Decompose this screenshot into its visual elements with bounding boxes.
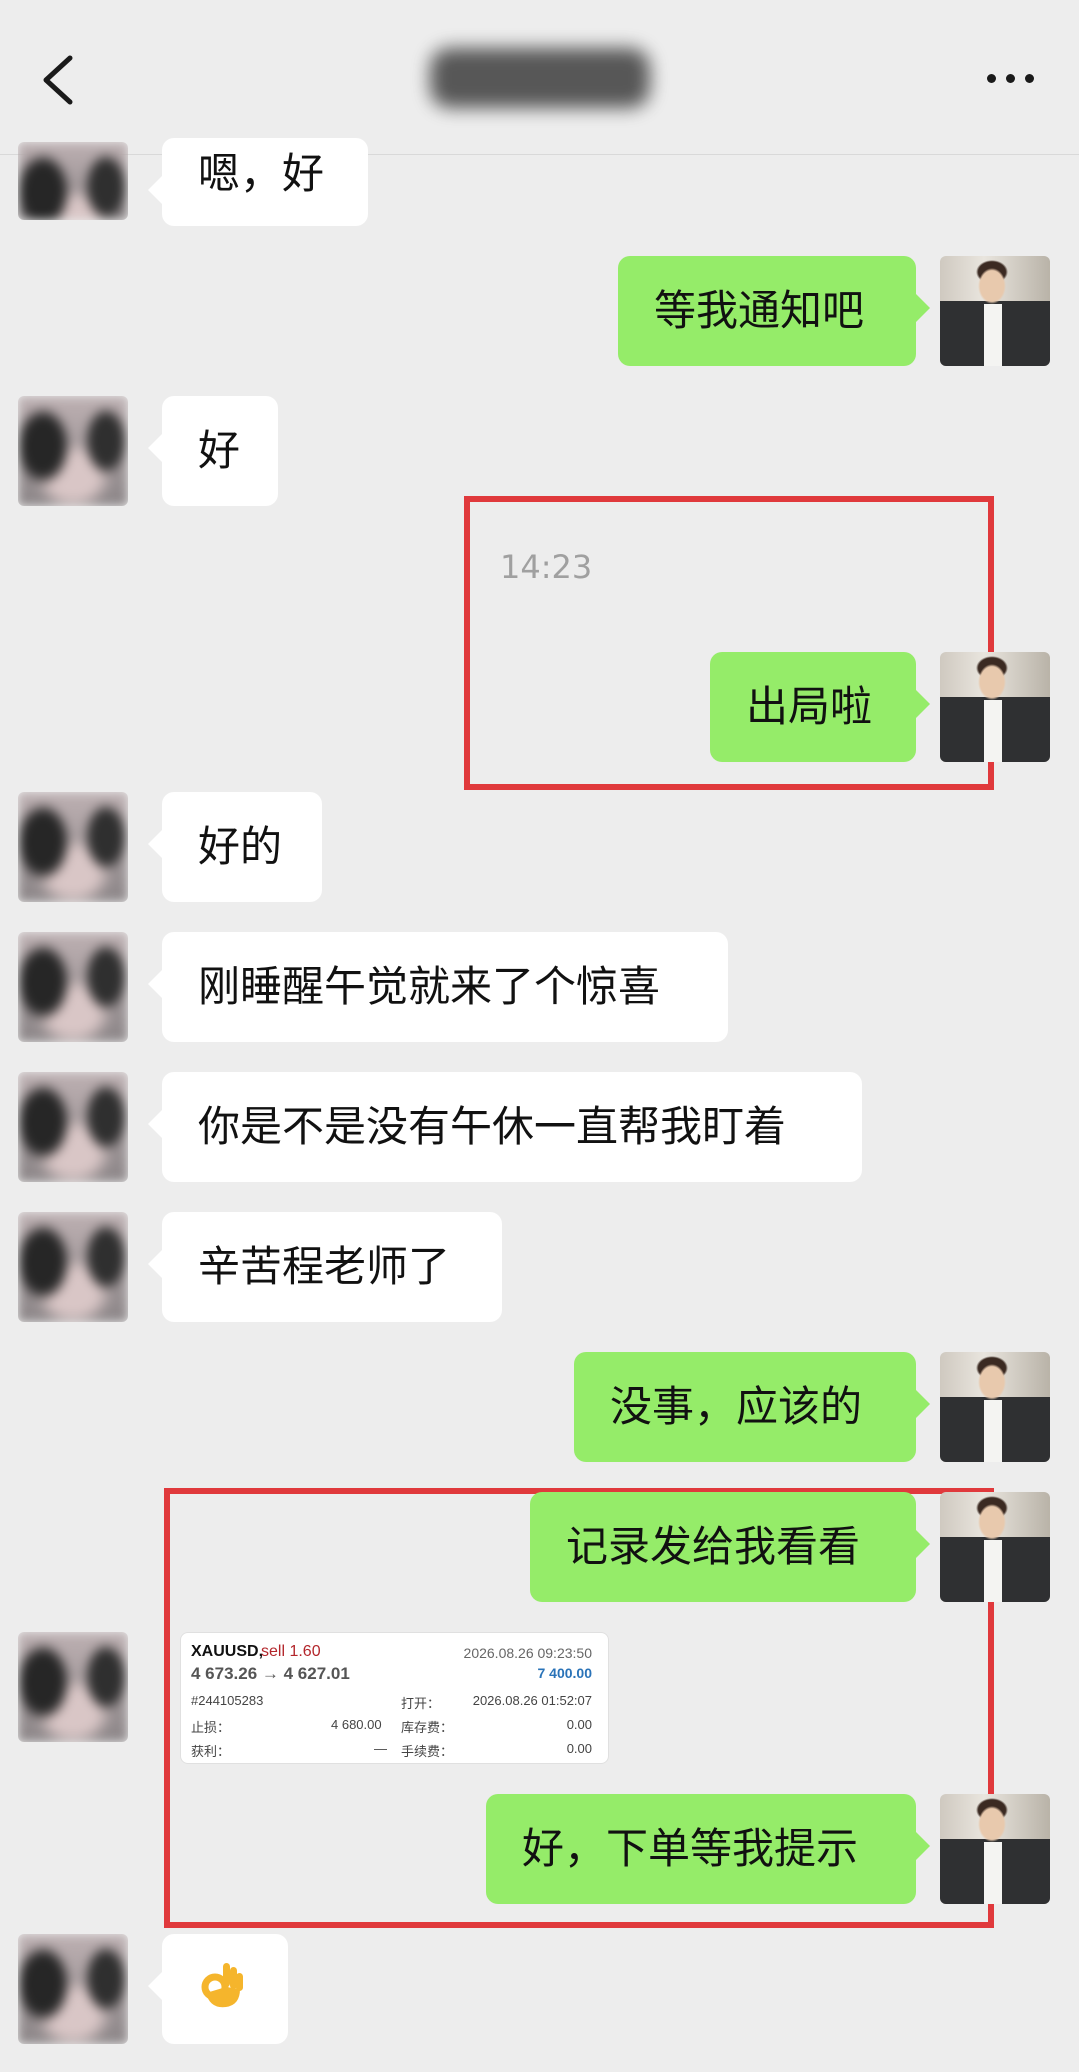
- contact-avatar[interactable]: [18, 142, 128, 220]
- message-bubble-outgoing[interactable]: 等我通知吧: [618, 256, 930, 366]
- dot: [986, 73, 996, 83]
- trade-record-image[interactable]: XAUUSD, sell 1.60 4 673.26 → 4 627.01 20…: [180, 1632, 609, 1764]
- message-bubble-incoming[interactable]: 辛苦程老师了: [148, 1212, 502, 1322]
- more-horizontal-icon[interactable]: [970, 58, 1050, 98]
- trade-tp-value: —: [374, 1741, 387, 1756]
- trade-side: sell 1.60: [261, 1643, 321, 1660]
- message-bubble-outgoing[interactable]: 没事，应该的: [574, 1352, 930, 1462]
- trade-sl-label: 止损：: [191, 1720, 231, 1735]
- trade-swap-value: 0.00: [566, 1717, 592, 1732]
- user-avatar[interactable]: [940, 256, 1050, 366]
- chevron-left-icon[interactable]: [28, 50, 88, 110]
- chat-title: [430, 48, 650, 108]
- dot: [1024, 73, 1034, 83]
- user-avatar[interactable]: [940, 1794, 1050, 1904]
- trade-fee-value: 0.00: [566, 1741, 592, 1756]
- trade-order-id: #244105283: [191, 1693, 264, 1708]
- message-bubble-outgoing[interactable]: 出局啦: [710, 652, 930, 762]
- blurred-title: [430, 48, 650, 108]
- trade-swap-label: 库存费：: [401, 1720, 454, 1735]
- contact-avatar[interactable]: [18, 1632, 128, 1742]
- message-bubble-incoming[interactable]: 好: [148, 396, 278, 506]
- trade-sl-value: 4 680.00: [331, 1717, 382, 1732]
- user-avatar[interactable]: [940, 652, 1050, 762]
- user-avatar[interactable]: [940, 1492, 1050, 1602]
- message-bubble-incoming[interactable]: 你是不是没有午休一直帮我盯着: [148, 1072, 862, 1182]
- message-bubble-incoming[interactable]: 刚睡醒午觉就来了个惊喜: [148, 932, 728, 1042]
- contact-avatar[interactable]: [18, 1072, 128, 1182]
- timestamp: 14:23: [500, 548, 593, 586]
- trade-profit: 7 400.00: [537, 1665, 593, 1681]
- trade-fee-label: 手续费：: [401, 1744, 454, 1759]
- user-avatar[interactable]: [940, 1352, 1050, 1462]
- ok-hand-emoji-icon: [201, 1963, 243, 2008]
- trade-symbol: XAUUSD,: [191, 1643, 264, 1660]
- contact-avatar[interactable]: [18, 792, 128, 902]
- trade-open-time: 2026.08.26 01:52:07: [472, 1693, 592, 1708]
- trade-tp-label: 获利：: [191, 1744, 231, 1759]
- contact-avatar[interactable]: [18, 396, 128, 506]
- dot: [1005, 73, 1015, 83]
- trade-close-time: 2026.08.26 09:23:50: [463, 1645, 592, 1661]
- message-bubble-outgoing[interactable]: 好，下单等我提示: [486, 1794, 930, 1904]
- message-bubble-incoming[interactable]: 嗯，好: [148, 138, 368, 226]
- message-bubble-incoming[interactable]: 好的: [148, 792, 322, 902]
- contact-avatar[interactable]: [18, 1934, 128, 2044]
- contact-avatar[interactable]: [18, 932, 128, 1042]
- contact-avatar[interactable]: [18, 1212, 128, 1322]
- trade-prices: 4 673.26 → 4 627.01: [191, 1664, 350, 1683]
- trade-open-label: 打开：: [401, 1696, 441, 1711]
- chat-header: [0, 0, 1079, 155]
- message-bubble-outgoing[interactable]: 记录发给我看看: [530, 1492, 930, 1602]
